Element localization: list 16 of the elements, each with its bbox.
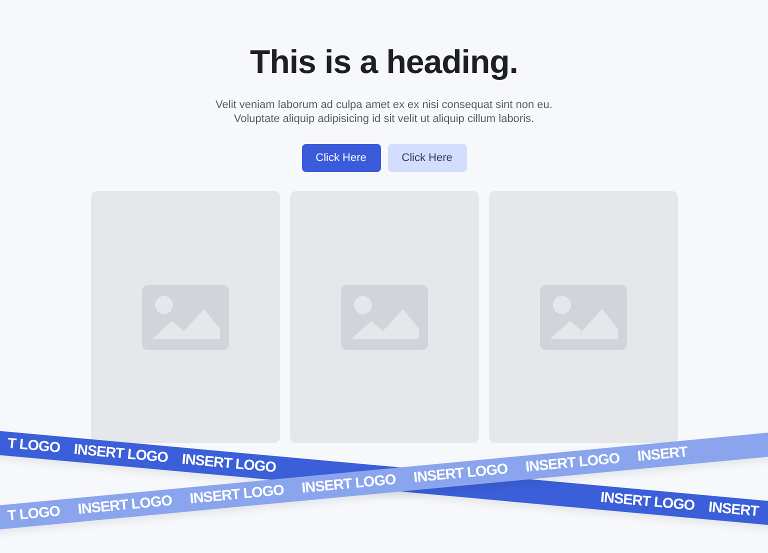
logo-placeholder-text: INSERT LOGO <box>412 461 508 486</box>
logo-placeholder-text: INSERT <box>636 444 688 465</box>
logo-placeholder-text: INSERT LOGO <box>600 490 696 514</box>
logo-placeholder-text: INSERT LOGO <box>73 442 169 466</box>
paragraph: Velit veniam laborum ad culpa amet ex ex nisi consequat sint non eu. Voluptate aliquip adipisicing id sit velit ut aliquip cillum laboris. <box>216 98 552 126</box>
logo-placeholder-text: INSERT LOGO <box>301 472 397 497</box>
logo-placeholder-text: INSERT LOGO <box>77 493 173 518</box>
logo-placeholder-text: INSERT <box>708 500 760 520</box>
click-here-button[interactable]: Click Here <box>388 144 466 172</box>
logo-placeholder-text: INSERT LOGO <box>524 450 620 476</box>
logo-placeholder-text: INSERT LOGO <box>189 482 285 508</box>
logo-placeholder-text: T LOGO <box>6 436 61 456</box>
heading: This is a heading. <box>250 42 518 82</box>
click-here-button[interactable]: Click Here <box>302 144 380 172</box>
logo-placeholder-text: T LOGO <box>6 504 61 525</box>
logo-placeholder-text: INSERT LOGO <box>181 452 277 476</box>
